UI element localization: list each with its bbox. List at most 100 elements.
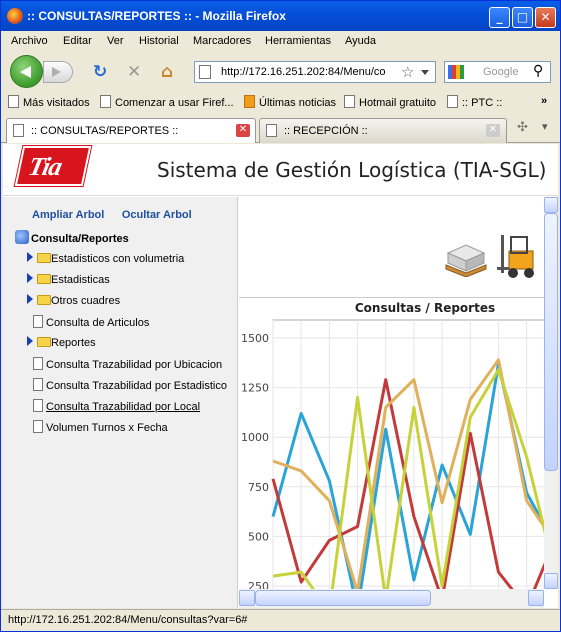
url-dropdown-icon[interactable] xyxy=(421,70,429,75)
horizontal-scrollbar[interactable] xyxy=(239,589,544,608)
scroll-up-button[interactable] xyxy=(544,197,558,213)
y-tick-label: 1500 xyxy=(241,332,269,345)
page-icon xyxy=(100,95,111,108)
page-header: Tia Sistema de Gestión Logística (TIA-SG… xyxy=(3,144,558,196)
document-icon xyxy=(33,378,43,391)
computer-icon xyxy=(15,230,29,244)
menu-editar[interactable]: Editar xyxy=(63,35,92,47)
search-icon[interactable]: ⚲ xyxy=(533,63,543,79)
page-content: Tia Sistema de Gestión Logística (TIA-SG… xyxy=(3,144,558,608)
scroll-left-button[interactable] xyxy=(239,590,255,606)
maximize-button[interactable]: □ xyxy=(512,7,533,28)
scroll-down-button[interactable] xyxy=(544,573,558,589)
y-tick-label: 750 xyxy=(248,481,269,494)
document-icon xyxy=(33,420,43,433)
bookmark-comenzar[interactable]: Comenzar a usar Firef... xyxy=(100,95,234,109)
menu-historial[interactable]: Historial xyxy=(139,35,179,47)
menu-ayuda[interactable]: Ayuda xyxy=(345,35,376,47)
rss-icon xyxy=(244,95,255,108)
page-icon xyxy=(447,95,458,108)
bookmarks-toolbar: Más visitados Comenzar a usar Firef... Ú… xyxy=(1,91,560,113)
close-button[interactable]: ✕ xyxy=(535,7,556,28)
expand-tree-link[interactable]: Ampliar Arbol xyxy=(32,209,104,221)
line-chart: 250500750100012501500Consultas / Reporte… xyxy=(241,301,544,608)
tree-item-estadisticos[interactable]: Estadisticos con volumetria xyxy=(27,252,184,265)
bookmark-ultimas-noticias[interactable]: Últimas noticias xyxy=(244,95,336,109)
y-tick-label: 500 xyxy=(248,530,269,543)
menu-marcadores[interactable]: Marcadores xyxy=(193,35,251,47)
scroll-thumb[interactable] xyxy=(544,213,558,471)
page-icon xyxy=(199,65,211,79)
chart-area: 250 500 750 1000 1250 1500 Consultas / Reporte… xyxy=(239,297,544,608)
back-button[interactable] xyxy=(10,55,43,88)
home-icon[interactable]: ⌂ xyxy=(161,62,173,82)
stop-icon[interactable]: ✕ xyxy=(127,62,141,82)
tab-consultas[interactable]: :: CONSULTAS/REPORTES :: ✕ xyxy=(6,118,256,143)
new-tab-icon[interactable]: ✣ xyxy=(517,120,528,135)
menu-herramientas[interactable]: Herramientas xyxy=(265,35,331,47)
tia-logo: Tia xyxy=(14,146,92,186)
tree-root[interactable]: Consulta/Reportes xyxy=(15,230,129,245)
window-title: :: CONSULTAS/REPORTES :: - Mozilla Firef… xyxy=(27,9,286,23)
tree-item-estadisticas[interactable]: Estadisticas xyxy=(27,273,110,286)
tab-recepcion[interactable]: :: RECEPCIÓN :: ✕ xyxy=(259,118,507,143)
document-icon xyxy=(33,399,43,412)
forward-button[interactable] xyxy=(43,61,73,83)
folder-icon xyxy=(37,337,51,347)
tab-strip: :: CONSULTAS/REPORTES :: ✕ :: RECEPCIÓN … xyxy=(1,115,560,143)
logo-text: Tia xyxy=(25,152,65,181)
bookmark-ptc[interactable]: :: PTC :: xyxy=(447,95,502,109)
document-icon xyxy=(33,315,43,328)
tab-close-icon[interactable]: ✕ xyxy=(236,124,250,137)
bookmark-folder-icon xyxy=(8,95,19,108)
url-text: http://172.16.251.202:84/Menu/co xyxy=(221,66,386,78)
hide-tree-link[interactable]: Ocultar Arbol xyxy=(122,209,192,221)
google-icon[interactable] xyxy=(448,65,464,79)
page-icon xyxy=(344,95,355,108)
status-text: http://172.16.251.202:84/Menu/consultas?… xyxy=(8,614,248,626)
folder-icon xyxy=(37,274,51,284)
tree-item-traz-estadistico[interactable]: Consulta Trazabilidad por Estadistico xyxy=(33,378,227,392)
menu-ver[interactable]: Ver xyxy=(107,35,124,47)
reload-icon[interactable]: ↻ xyxy=(93,62,107,82)
folder-icon xyxy=(37,295,51,305)
tab-list-icon[interactable]: ▾ xyxy=(542,120,548,133)
tab-close-icon[interactable]: ✕ xyxy=(486,124,500,137)
tree-panel: Ampliar Arbol Ocultar Arbol Consulta/Rep… xyxy=(3,197,238,608)
pallet-boxes-icon xyxy=(445,244,487,277)
chart-title: Consultas / Reportes xyxy=(355,301,495,315)
folder-icon xyxy=(37,253,51,263)
main-panel: 250 500 750 1000 1250 1500 Consultas / Reporte… xyxy=(239,197,544,608)
tree-item-volumen-turnos[interactable]: Volumen Turnos x Fecha xyxy=(33,420,168,434)
bookmark-hotmail[interactable]: Hotmail gratuito xyxy=(344,95,436,109)
tree-item-reportes[interactable]: Reportes xyxy=(27,336,96,349)
tree-links: Ampliar Arbol Ocultar Arbol xyxy=(32,208,206,221)
search-placeholder: Google xyxy=(483,66,519,78)
bookmark-star-icon[interactable]: ☆ xyxy=(401,63,414,81)
scroll-right-button[interactable] xyxy=(528,590,544,606)
title-bar: :: CONSULTAS/REPORTES :: - Mozilla Firef… xyxy=(1,1,560,31)
url-bar[interactable]: http://172.16.251.202:84/Menu/co ☆ xyxy=(194,61,436,83)
bookmarks-overflow[interactable]: » xyxy=(541,95,547,107)
scroll-h-thumb[interactable] xyxy=(255,590,431,606)
search-box[interactable]: Google ⚲ xyxy=(444,61,551,83)
tree-item-otros-cuadres[interactable]: Otros cuadres xyxy=(27,294,120,307)
system-title: Sistema de Gestión Logística (TIA-SGL) xyxy=(157,158,547,182)
tree-item-traz-local[interactable]: Consulta Trazabilidad por Local xyxy=(33,399,200,413)
expand-arrow-icon[interactable] xyxy=(27,336,33,346)
minimize-button[interactable]: _ xyxy=(489,7,510,28)
y-tick-label: 1250 xyxy=(241,382,269,395)
expand-arrow-icon[interactable] xyxy=(27,252,33,262)
y-tick-label: 1000 xyxy=(241,431,269,444)
menu-archivo[interactable]: Archivo xyxy=(11,35,48,47)
vertical-scrollbar[interactable] xyxy=(544,197,558,589)
expand-arrow-icon[interactable] xyxy=(27,294,33,304)
page-icon xyxy=(266,124,277,137)
page-icon xyxy=(13,124,24,137)
forklift-icon xyxy=(497,235,534,278)
browser-window: :: CONSULTAS/REPORTES :: - Mozilla Firef… xyxy=(0,0,561,632)
expand-arrow-icon[interactable] xyxy=(27,273,33,283)
bookmark-mas-visitados[interactable]: Más visitados xyxy=(8,95,90,109)
tree-item-traz-ubicacion[interactable]: Consulta Trazabilidad por Ubicacion xyxy=(33,357,222,371)
tree-item-consulta-articulos[interactable]: Consulta de Articulos xyxy=(33,315,149,329)
